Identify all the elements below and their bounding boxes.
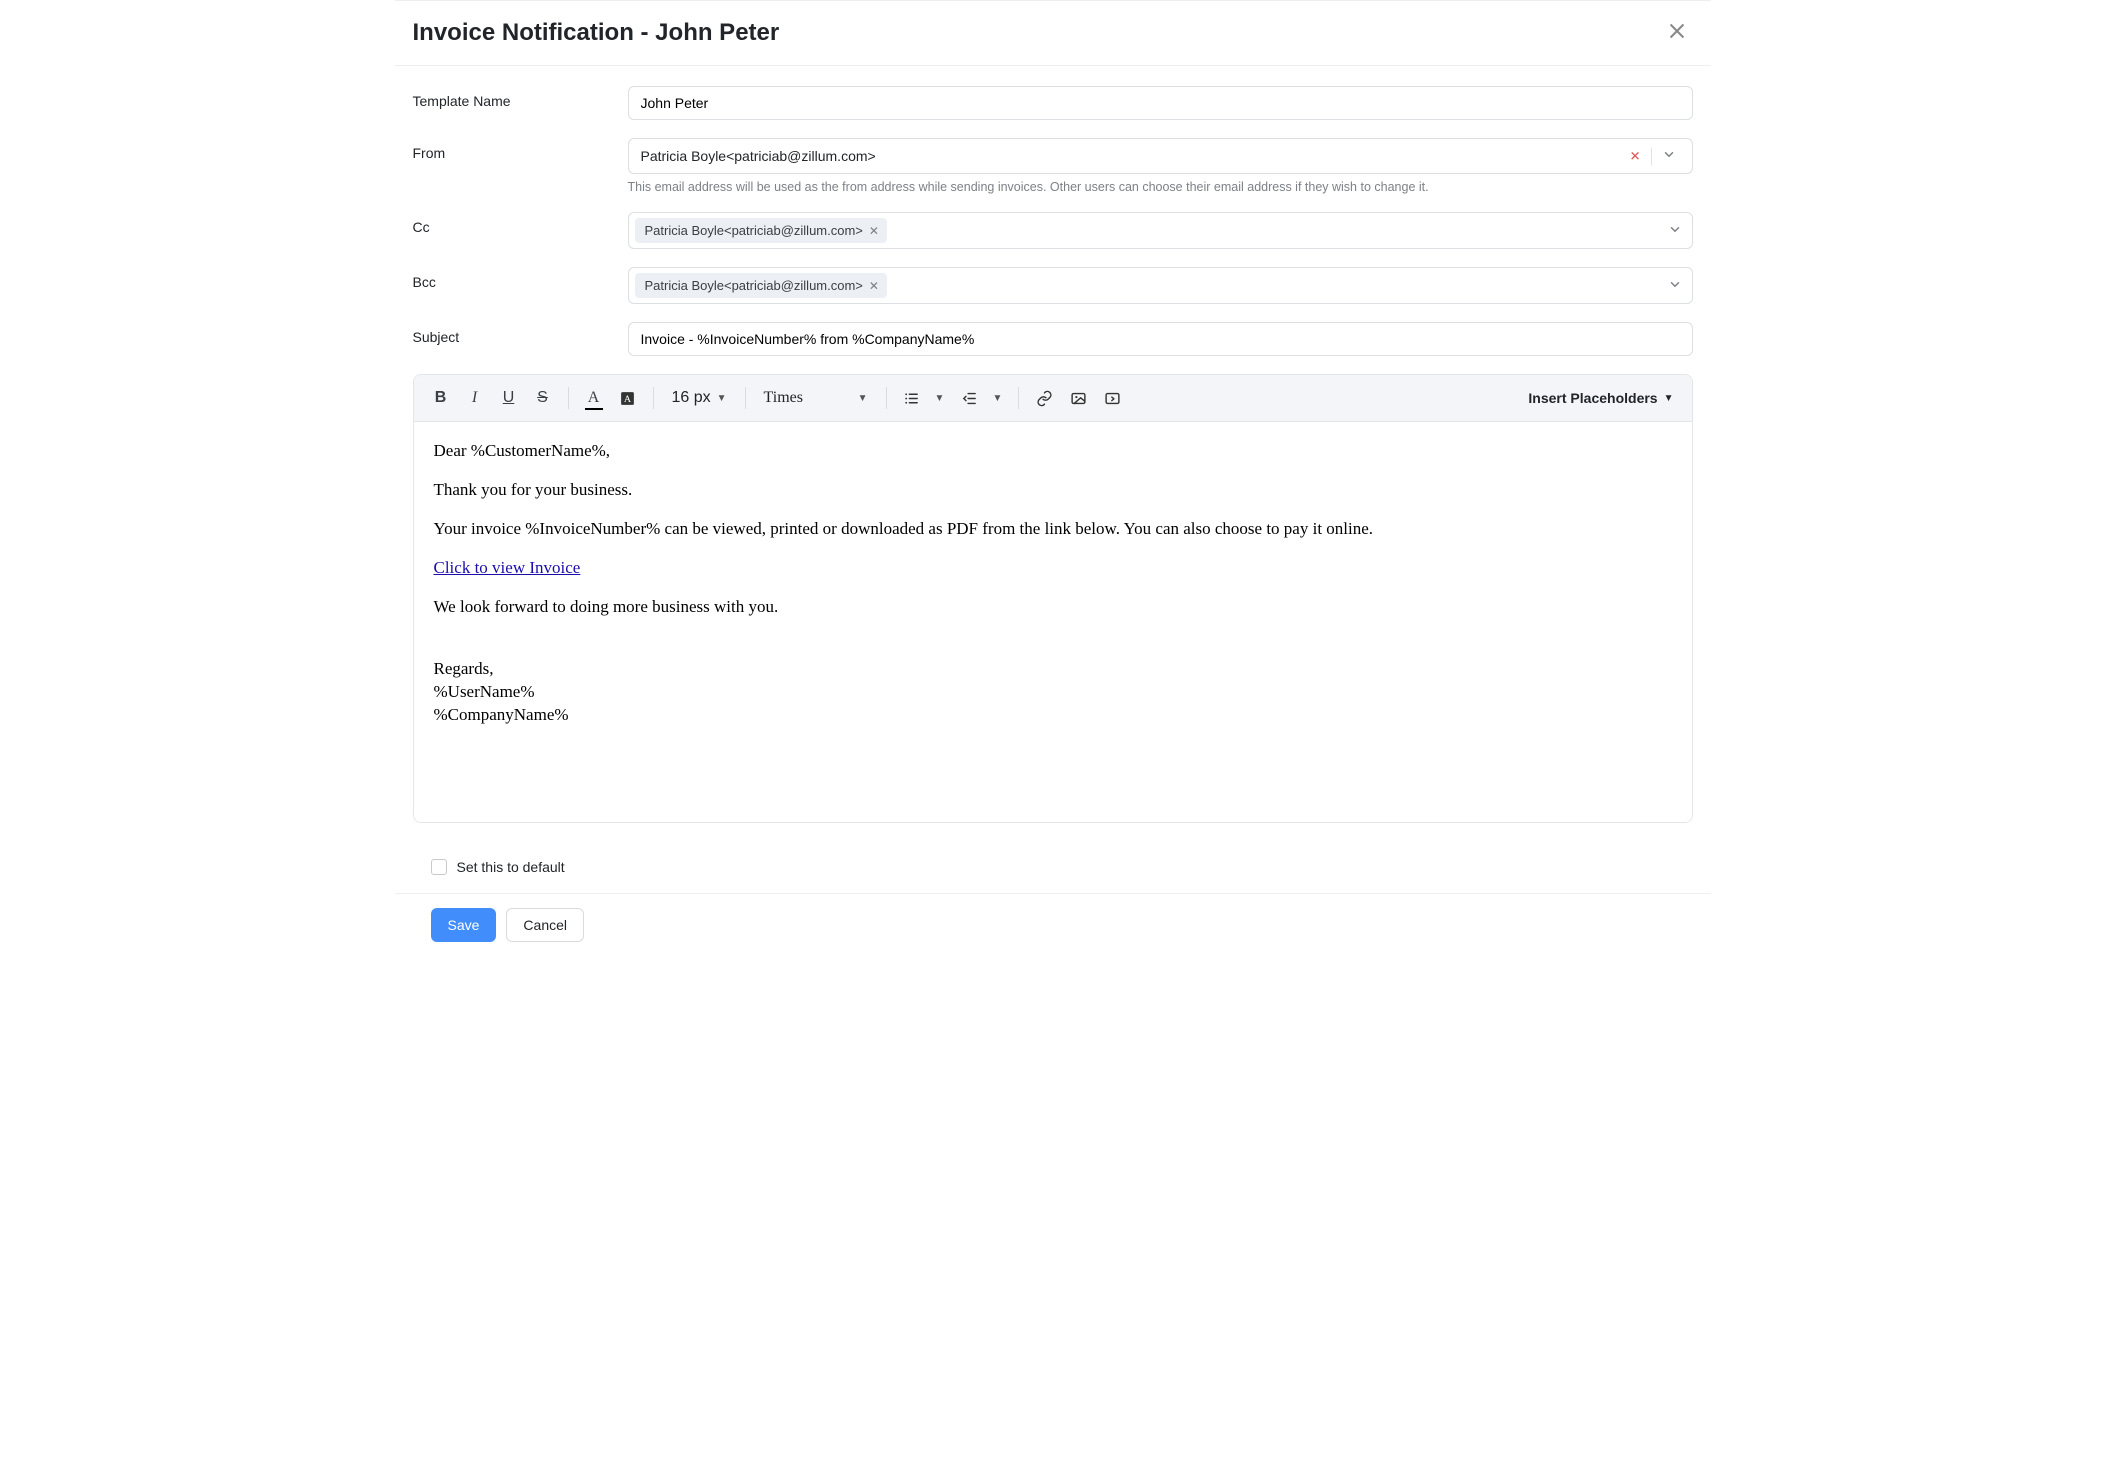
row-bcc: Bcc Patricia Boyle<patriciab@zillum.com>… — [413, 267, 1693, 304]
editor-line: Thank you for your business. — [434, 479, 1672, 502]
cc-input[interactable]: Patricia Boyle<patriciab@zillum.com> ✕ — [628, 212, 1693, 249]
label-template-name: Template Name — [413, 86, 628, 109]
rich-text-editor: B I U S A A 16 px▼ Times▼ — [413, 374, 1693, 823]
row-cc: Cc Patricia Boyle<patriciab@zillum.com> … — [413, 212, 1693, 249]
bold-icon[interactable]: B — [426, 383, 456, 413]
list-options-dropdown[interactable]: ▼ — [929, 383, 951, 413]
editor-line: Your invoice %InvoiceNumber% can be view… — [434, 518, 1672, 541]
bullet-list-icon[interactable] — [897, 383, 927, 413]
cc-chip: Patricia Boyle<patriciab@zillum.com> ✕ — [635, 218, 887, 243]
bcc-input[interactable]: Patricia Boyle<patriciab@zillum.com> ✕ — [628, 267, 1693, 304]
modal-title: Invoice Notification - John Peter — [413, 19, 1661, 47]
row-from: From Patricia Boyle<patriciab@zillum.com… — [413, 138, 1693, 194]
underline-icon[interactable]: U — [494, 383, 524, 413]
cc-chip-remove-icon[interactable]: ✕ — [869, 224, 879, 238]
set-default-checkbox[interactable] — [431, 859, 447, 875]
code-view-icon[interactable] — [1097, 383, 1127, 413]
bcc-chip-text: Patricia Boyle<patriciab@zillum.com> — [645, 278, 863, 293]
strikethrough-icon[interactable]: S — [528, 383, 558, 413]
modal-footer: Save Cancel — [395, 893, 1711, 964]
bcc-chip: Patricia Boyle<patriciab@zillum.com> ✕ — [635, 273, 887, 298]
editor-toolbar: B I U S A A 16 px▼ Times▼ — [414, 375, 1692, 422]
row-subject: Subject — [413, 322, 1693, 356]
save-button[interactable]: Save — [431, 908, 497, 942]
indent-options-dropdown[interactable]: ▼ — [986, 383, 1008, 413]
from-select[interactable]: Patricia Boyle<patriciab@zillum.com> ✕ — [628, 138, 1693, 174]
cc-chip-text: Patricia Boyle<patriciab@zillum.com> — [645, 223, 863, 238]
subject-input[interactable] — [628, 322, 1693, 356]
label-bcc: Bcc — [413, 267, 628, 290]
insert-placeholders-dropdown[interactable]: Insert Placeholders▼ — [1522, 390, 1679, 406]
chevron-down-icon[interactable] — [1668, 222, 1682, 239]
from-helper-text: This email address will be used as the f… — [628, 180, 1693, 194]
editor-line: Dear %CustomerName%, — [434, 440, 1672, 463]
editor-line: We look forward to doing more business w… — [434, 596, 1672, 619]
editor-body[interactable]: Dear %CustomerName%, Thank you for your … — [414, 422, 1692, 822]
modal-header: Invoice Notification - John Peter — [395, 0, 1711, 66]
row-set-default: Set this to default — [395, 831, 1711, 893]
cancel-button[interactable]: Cancel — [506, 908, 584, 942]
image-icon[interactable] — [1063, 383, 1093, 413]
set-default-label: Set this to default — [457, 859, 565, 875]
modal-body: Template Name From Patricia Boyle<patric… — [395, 66, 1711, 831]
chevron-down-icon[interactable] — [1654, 144, 1684, 169]
svg-text:A: A — [624, 394, 632, 405]
label-from: From — [413, 138, 628, 161]
editor-signature: Regards, %UserName% %CompanyName% — [434, 658, 1672, 727]
label-cc: Cc — [413, 212, 628, 235]
from-clear-icon[interactable]: ✕ — [1622, 144, 1649, 168]
close-icon[interactable] — [1661, 17, 1693, 49]
background-color-icon[interactable]: A — [613, 383, 643, 413]
template-name-input[interactable] — [628, 86, 1693, 120]
row-template-name: Template Name — [413, 86, 1693, 120]
label-subject: Subject — [413, 322, 628, 345]
link-icon[interactable] — [1029, 383, 1059, 413]
outdent-icon[interactable] — [954, 383, 984, 413]
chevron-down-icon[interactable] — [1668, 277, 1682, 294]
italic-icon[interactable]: I — [460, 383, 490, 413]
modal-email-template: Invoice Notification - John Peter Templa… — [395, 0, 1711, 964]
from-value: Patricia Boyle<patriciab@zillum.com> — [641, 148, 1622, 164]
view-invoice-link[interactable]: Click to view Invoice — [434, 558, 581, 577]
bcc-chip-remove-icon[interactable]: ✕ — [869, 279, 879, 293]
text-color-icon[interactable]: A — [579, 383, 609, 413]
font-size-dropdown[interactable]: 16 px▼ — [664, 383, 735, 413]
font-family-dropdown[interactable]: Times▼ — [756, 383, 876, 413]
